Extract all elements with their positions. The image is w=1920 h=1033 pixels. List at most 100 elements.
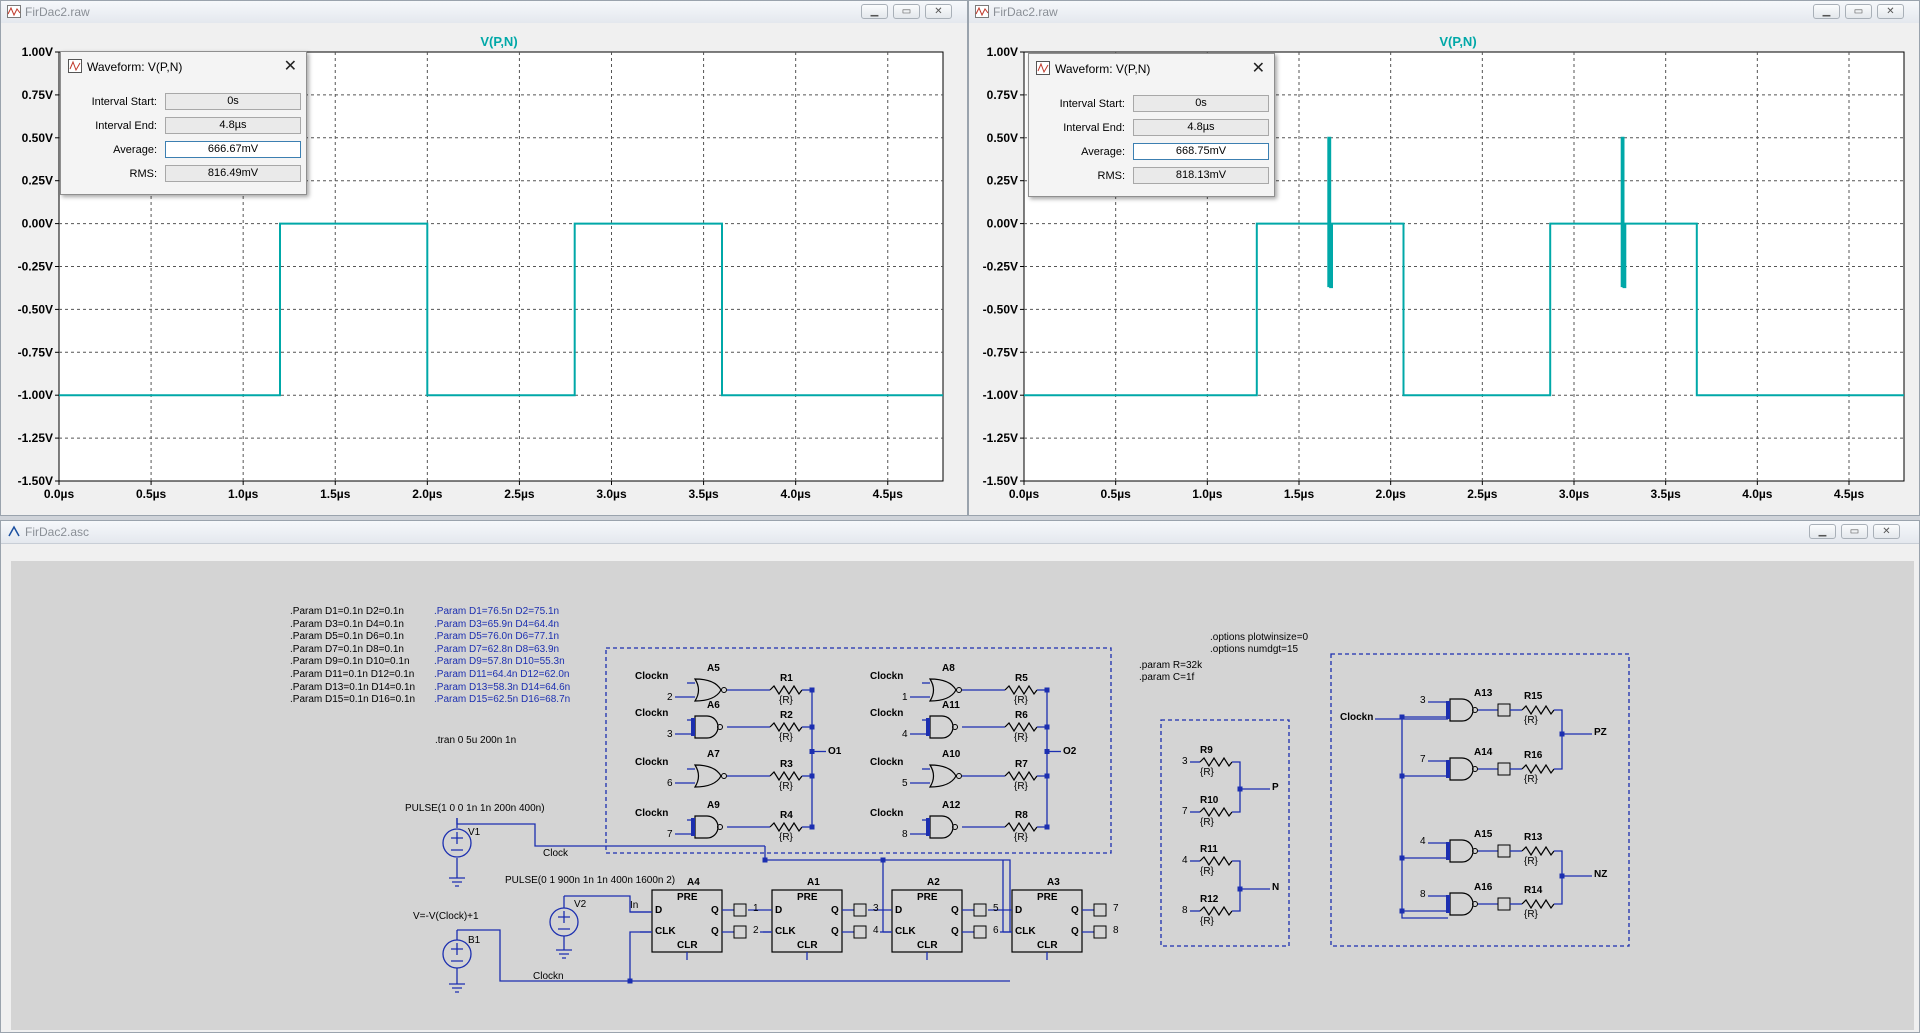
- x-tick-label: 3.0µs: [1559, 487, 1590, 501]
- v1-value[interactable]: PULSE(1 0 0 1n 1n 200n 400n): [405, 803, 545, 814]
- pin-label: D: [1015, 905, 1023, 916]
- maximize-button[interactable]: ▭: [1841, 524, 1868, 539]
- resistor-name: R15: [1524, 691, 1543, 702]
- waveform-app-icon: [7, 5, 21, 18]
- v2-value[interactable]: PULSE(0 1 900n 1n 1n 400n 1600n 2): [505, 875, 675, 886]
- x-tick-label: 3.0µs: [596, 487, 627, 501]
- resistor-value: {R}: [1200, 817, 1214, 828]
- interval-start-field[interactable]: 0s: [1133, 95, 1269, 112]
- interval-end-field[interactable]: 4.8µs: [1133, 119, 1269, 136]
- gate-pins: [1446, 842, 1450, 860]
- x-tick-label: 1.5µs: [320, 487, 351, 501]
- gate-name: A8: [942, 663, 955, 674]
- gate-name: A11: [942, 700, 960, 711]
- close-button[interactable]: ✕: [925, 4, 952, 19]
- gate-pins: [926, 818, 930, 836]
- params-delay[interactable]: .Param D1=76.5n D2=75.1n .Param D3=65.9n …: [434, 606, 570, 707]
- trace-label[interactable]: V(P,N): [1439, 34, 1476, 49]
- net-label: 5: [993, 903, 999, 914]
- y-tick-label: 0.50V: [22, 131, 53, 145]
- waveform-dialog[interactable]: Waveform: V(P,N) ✕ Interval Start: 0s In…: [60, 51, 307, 195]
- gate-name: A13: [1474, 688, 1493, 699]
- net-label: 7: [667, 829, 673, 840]
- average-field[interactable]: 668.75mV: [1133, 143, 1269, 160]
- dialog-close-icon[interactable]: ✕: [284, 56, 297, 76]
- title-bar[interactable]: FirDac2.raw ▁ ▭ ✕: [1, 1, 967, 24]
- maximize-button[interactable]: ▭: [1845, 4, 1872, 19]
- minimize-button[interactable]: ▁: [1813, 4, 1840, 19]
- waveform-dialog[interactable]: Waveform: V(P,N) ✕ Interval Start: 0s In…: [1028, 53, 1275, 197]
- plot-window-left[interactable]: FirDac2.raw ▁ ▭ ✕ V(P,N) 1.00V 0.75V 0.50V…: [0, 0, 968, 516]
- y-tick-label: -1.50V: [983, 474, 1018, 488]
- interval-end-field[interactable]: 4.8µs: [165, 117, 301, 134]
- minimize-button[interactable]: ▁: [861, 4, 888, 19]
- gate-pins: [1446, 760, 1450, 778]
- x-tick-label: 0.0µs: [44, 487, 75, 501]
- dialog-close-icon[interactable]: ✕: [1252, 58, 1265, 78]
- resistor-value: {R}: [1524, 856, 1538, 867]
- net-label: 7: [1182, 806, 1188, 817]
- v2-name[interactable]: V2: [574, 899, 586, 910]
- junction-dot: [1399, 714, 1405, 720]
- resistor-name: R11: [1200, 844, 1218, 855]
- options-directive[interactable]: .options plotwinsize=0 .options numdgt=15: [1210, 632, 1308, 656]
- close-button[interactable]: ✕: [1873, 524, 1900, 539]
- plot-window-right[interactable]: FirDac2.raw ▁ ▭ ✕ V(P,N) 1.00V 0.75V 0.50V…: [968, 0, 1920, 516]
- net-label: 4: [1420, 836, 1426, 847]
- net-label: 1: [902, 692, 908, 703]
- pin-label: CLK: [775, 926, 796, 937]
- net-label: 8: [1420, 889, 1426, 900]
- resistor-name: R9: [1200, 745, 1213, 756]
- param-line: .Param D1=0.1n D2=0.1n: [290, 606, 404, 617]
- resistor-value: {R}: [1200, 767, 1214, 778]
- interval-end-label: Interval End:: [95, 120, 157, 132]
- x-tick-label: 4.5µs: [1834, 487, 1865, 501]
- param-line: .Param D5=76.0n D6=77.1n: [434, 631, 560, 643]
- param-line: .Param D11=0.1n D12=0.1n: [290, 668, 415, 680]
- net-label: 8: [1113, 925, 1119, 936]
- v1-name[interactable]: V1: [468, 827, 480, 838]
- pin-label: D: [655, 905, 663, 916]
- waveform-icon: [68, 59, 82, 73]
- b1-value[interactable]: V=-V(Clock)+1: [413, 911, 479, 922]
- y-tick-label: -0.75V: [18, 345, 53, 359]
- rms-field[interactable]: 818.13mV: [1133, 167, 1269, 184]
- y-tick-label: 1.00V: [987, 45, 1018, 59]
- close-button[interactable]: ✕: [1877, 4, 1904, 19]
- tran-directive[interactable]: .tran 0 5u 200n 1n: [435, 735, 516, 746]
- output-net-label: NZ: [1594, 869, 1608, 880]
- pin-label: PRE: [1037, 892, 1058, 903]
- x-tick-label: 2.5µs: [504, 487, 535, 501]
- pin-label: Q: [831, 926, 839, 937]
- resistor-name: R16: [1524, 750, 1543, 761]
- net-label: Clockn: [870, 808, 904, 819]
- param-line: .Param D9=57.8n D10=55.3n: [434, 656, 565, 668]
- title-bar[interactable]: FirDac2.raw ▁ ▭ ✕: [969, 1, 1919, 24]
- gate-name: A9: [707, 800, 720, 811]
- gate-name: A5: [707, 663, 720, 674]
- resistor-value: {R}: [1200, 866, 1214, 877]
- pin-label: CLK: [895, 926, 916, 937]
- maximize-icon: ▭: [1853, 6, 1864, 17]
- net-label: 4: [873, 925, 879, 936]
- minimize-button[interactable]: ▁: [1809, 524, 1836, 539]
- resistor-name: R3: [780, 759, 793, 770]
- b1-name[interactable]: B1: [468, 935, 480, 946]
- rc-param-directive[interactable]: .param R=32k .param C=1f: [1139, 660, 1202, 684]
- resistor-name: R6: [1015, 710, 1028, 721]
- param-line: .Param D7=62.8n D8=63.9n: [434, 643, 560, 655]
- interval-start-field[interactable]: 0s: [165, 93, 301, 110]
- trace-label[interactable]: V(P,N): [480, 34, 517, 49]
- resistor-name: R4: [780, 810, 793, 821]
- param-line: .Param D5=0.1n D6=0.1n: [290, 631, 404, 643]
- rms-field[interactable]: 816.49mV: [165, 165, 301, 182]
- y-tick-label: -0.25V: [983, 260, 1018, 274]
- title-bar[interactable]: FirDac2.asc ▁ ▭ ✕: [1, 521, 1919, 544]
- maximize-button[interactable]: ▭: [893, 4, 920, 19]
- y-tick-label: -1.00V: [983, 388, 1018, 402]
- resistor-name: R10: [1200, 795, 1219, 806]
- gate-name: A14: [1474, 747, 1493, 758]
- average-field[interactable]: 666.67mV: [165, 141, 301, 158]
- x-tick-label: 1.0µs: [1192, 487, 1223, 501]
- params-nominal[interactable]: .Param D1=0.1n D2=0.1n .Param D3=0.1n D4=…: [290, 606, 415, 707]
